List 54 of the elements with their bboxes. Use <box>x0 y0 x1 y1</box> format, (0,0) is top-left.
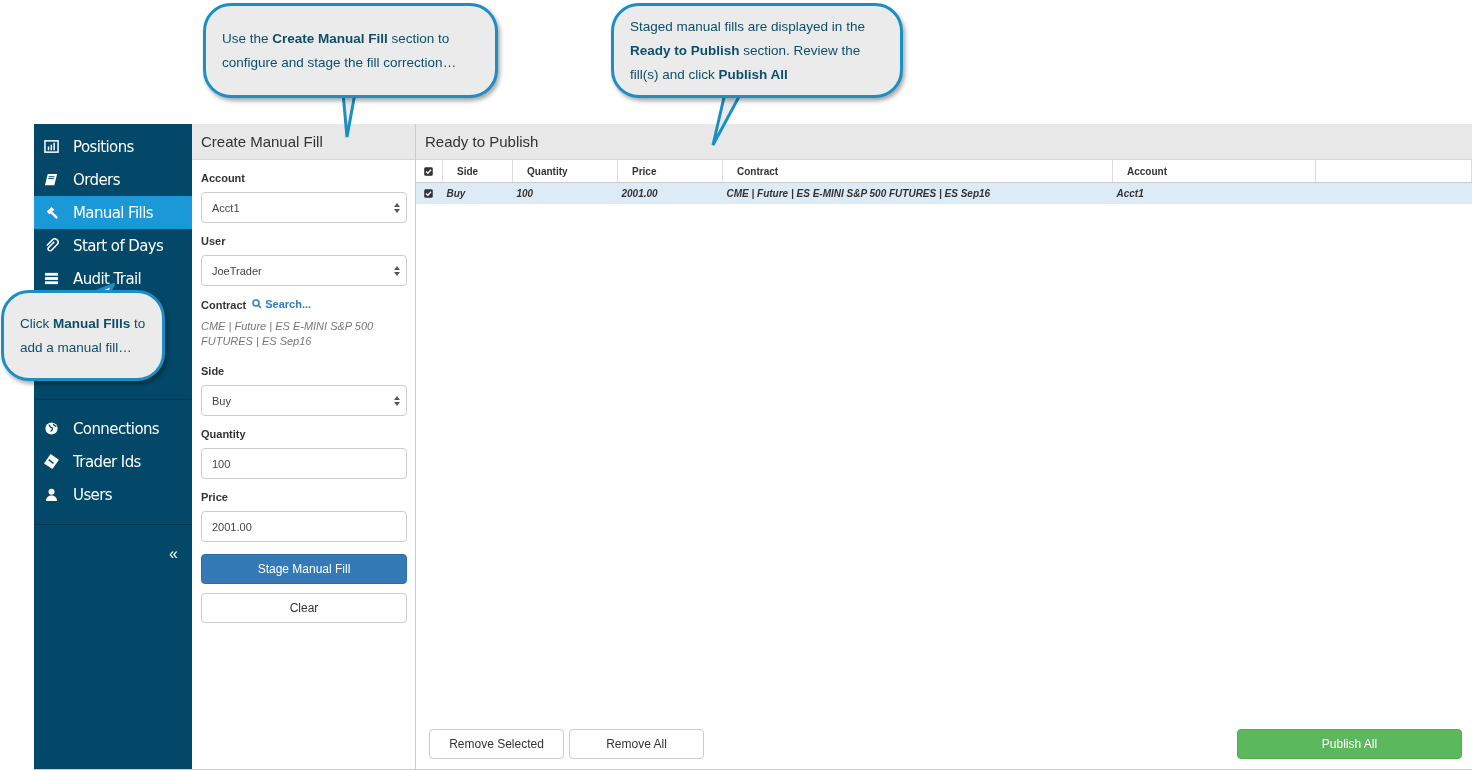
column-header[interactable]: Price <box>617 160 723 183</box>
search-link[interactable]: Search... <box>252 298 312 310</box>
search-icon <box>252 299 263 309</box>
action-button[interactable]: Stage Manual Fill <box>201 554 407 584</box>
column-header[interactable]: Contract <box>722 160 1113 183</box>
updown-icon <box>394 395 400 406</box>
action-button[interactable]: Remove Selected <box>429 729 564 759</box>
input-field[interactable]: 100 <box>201 448 407 479</box>
select-field[interactable]: Acct1 <box>201 192 407 223</box>
sidebar-item[interactable]: Start of Days <box>34 229 192 262</box>
table-cell: Buy <box>446 188 466 199</box>
table-row[interactable]: Buy 100 2001.00 CME | Future | ES E-MINI S&P 500 FUTURES | ES Sep16 Acct1 <box>416 182 1472 204</box>
globe-icon <box>44 421 59 436</box>
field-label: Account <box>201 172 246 184</box>
panel-title: Create Manual Fill <box>192 124 415 160</box>
user-icon <box>44 487 59 502</box>
panel-title: Ready to Publish <box>416 124 1472 160</box>
field-label: Side <box>201 365 226 377</box>
list-icon <box>44 271 59 286</box>
gavel-icon <box>44 205 59 220</box>
sidebar-item[interactable]: Orders <box>34 163 192 196</box>
column-header[interactable]: Account <box>1112 160 1316 183</box>
sidebar-item[interactable]: Users <box>34 478 192 511</box>
checkbox[interactable] <box>424 166 433 176</box>
action-button[interactable]: Remove All <box>569 729 704 759</box>
table-cell: Acct1 <box>1116 188 1144 199</box>
chart-icon <box>44 139 59 154</box>
callout-text: Click Manual FIlls to add a manual fill… <box>20 314 146 357</box>
callout-text: Staged manual fills are displayed in the Ready to Publish section. Review the fill(s) and click Publish All <box>630 17 866 84</box>
field-label: Quantity <box>201 428 247 440</box>
updown-icon <box>394 265 400 276</box>
checkbox[interactable] <box>424 189 433 198</box>
sidebar-item[interactable]: Trader Ids <box>34 445 192 478</box>
ticket-icon <box>44 454 59 469</box>
select-field[interactable]: JoeTrader <box>201 255 407 286</box>
contract-text: CME | Future | ES E-MINI S&P 500 FUTURES | ES Sep16 <box>201 319 375 349</box>
select-field[interactable]: Buy <box>201 385 407 416</box>
action-button[interactable]: Clear <box>201 593 407 623</box>
updown-icon <box>394 202 400 213</box>
input-field[interactable]: 2001.00 <box>201 511 407 542</box>
callout-text: Use the Create Manual Fill section to configure and stage the fill correction… <box>222 29 458 72</box>
field-label: Price <box>201 491 229 503</box>
column-header[interactable]: Quantity <box>512 160 618 183</box>
field-label: Contract <box>201 299 247 311</box>
sidebar-item[interactable]: Connections <box>34 412 192 445</box>
collapse-button[interactable]: « <box>169 545 178 563</box>
table-cell: 2001.00 <box>621 188 658 199</box>
table-cell: 100 <box>516 188 534 199</box>
clip-icon <box>44 238 59 253</box>
book-icon <box>44 172 59 187</box>
sidebar-item[interactable]: Positions <box>34 130 192 163</box>
table-cell: CME | Future | ES E-MINI S&P 500 FUTURES | ES Sep16 <box>726 188 991 199</box>
field-label: User <box>201 235 227 247</box>
column-header[interactable]: Side <box>442 160 513 183</box>
